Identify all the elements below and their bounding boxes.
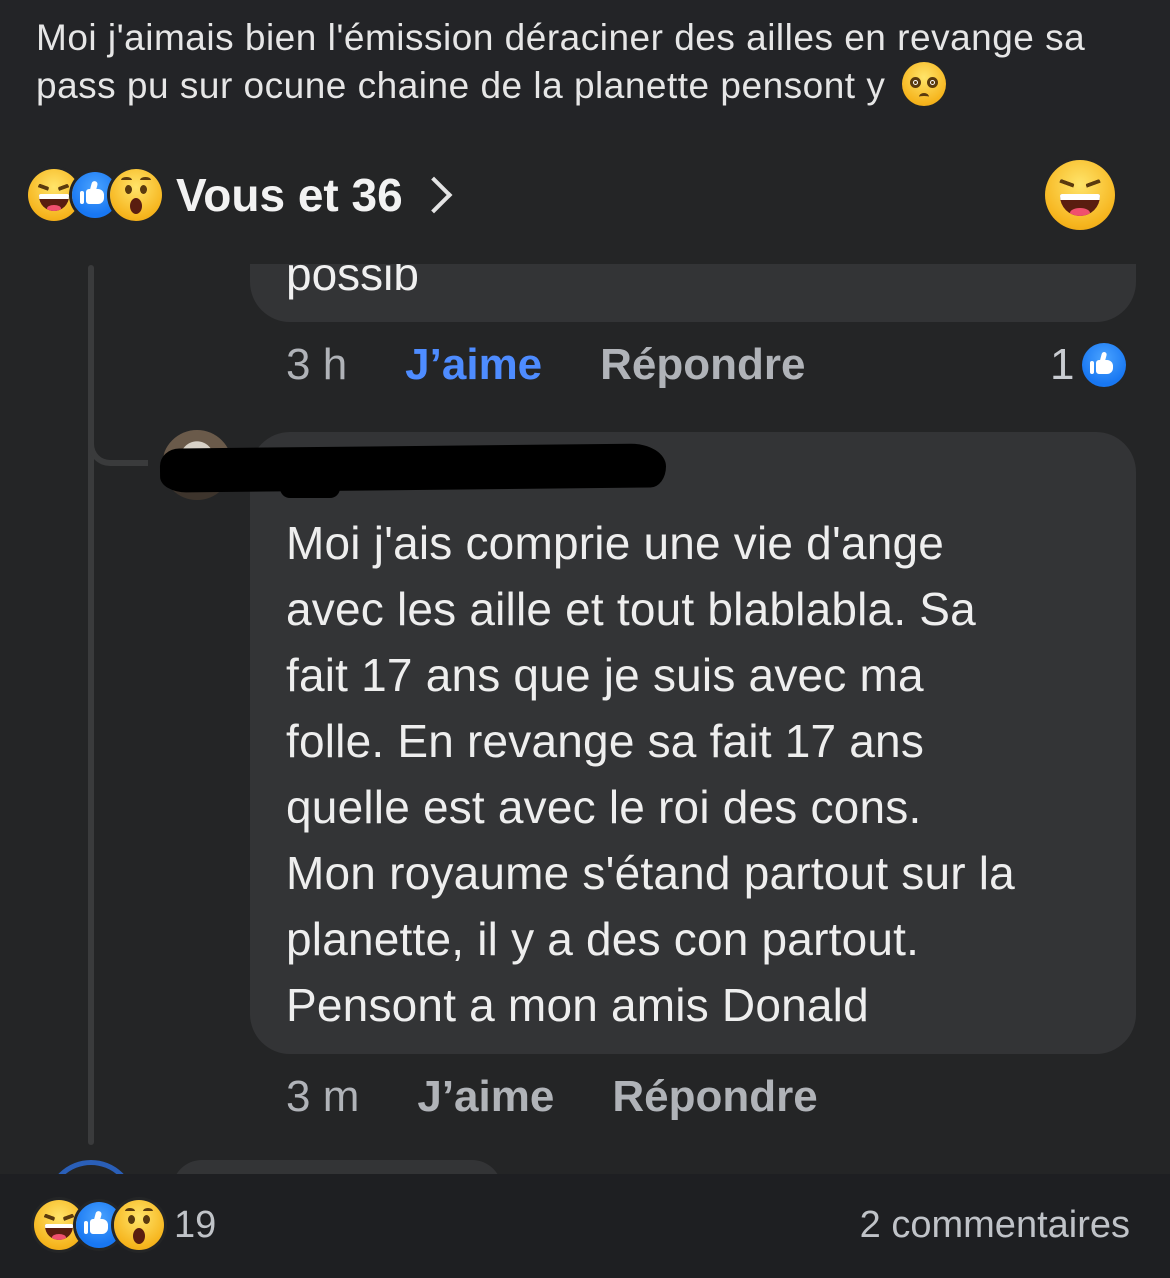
like-button[interactable]: J’aime — [417, 1072, 554, 1122]
chevron-right-icon — [415, 176, 453, 214]
post-caption: Moi j'aimais bien l'émission déraciner d… — [36, 14, 1136, 110]
reaction-icons — [34, 1200, 164, 1250]
reaction-count: 19 — [174, 1203, 217, 1246]
comment-time: 3 m — [286, 1072, 360, 1121]
comments-count-link[interactable]: 2 commentaires — [860, 1204, 1130, 1247]
thread-connector — [88, 400, 148, 466]
reactions-summary-label: Vous et 36 — [176, 169, 403, 221]
like-button[interactable]: J’aime — [405, 340, 542, 390]
comment-actions: 3 h J’aime Répondre — [286, 340, 806, 390]
comment-text: Moi j'ais comprie une vie d'ange avec le… — [286, 510, 1116, 1038]
comment-line: folle. En revange sa fait 17 ans — [286, 715, 925, 767]
astonished-face-icon — [110, 169, 162, 221]
comment-line: fait 17 ans que je suis avec ma — [286, 649, 924, 701]
redaction-mark — [280, 478, 340, 498]
comment-line: Moi j'ais comprie une vie d'ange — [286, 517, 945, 569]
post-caption-area: Moi j'aimais bien l'émission déraciner d… — [0, 0, 1170, 130]
pleading-face-icon — [902, 62, 947, 106]
reply-button[interactable]: Répondre — [600, 340, 805, 390]
comment-line: quelle est avec le roi des cons. — [286, 781, 922, 833]
comment-line: Pensont a mon amis Donald — [286, 979, 869, 1031]
scroll-clip — [0, 230, 1170, 264]
post-reactions[interactable]: 19 — [34, 1200, 216, 1250]
reply-button[interactable]: Répondre — [612, 1072, 817, 1122]
comment-line: avec les aille et tout blablabla. Sa — [286, 583, 976, 635]
comment-actions: 3 m J’aime Répondre — [286, 1072, 818, 1122]
reaction-icons — [28, 169, 162, 221]
reactions-summary[interactable]: Vous et 36 — [28, 160, 453, 230]
comment-line: planette, il y a des con partout. — [286, 913, 920, 965]
selected-reaction-button[interactable] — [1045, 160, 1115, 235]
thread-line — [88, 265, 94, 1145]
comment-line: Mon royaume s'étand partout sur la — [286, 847, 1015, 899]
like-thumb-icon — [1082, 343, 1127, 387]
like-count-number: 1 — [1050, 340, 1075, 389]
comment-like-count[interactable]: 1 — [1050, 340, 1127, 390]
redacted-author-name — [159, 443, 667, 493]
laughing-face-icon — [1045, 160, 1115, 230]
astonished-face-icon — [114, 1200, 164, 1250]
comment-time: 3 h — [286, 340, 348, 389]
screenshot-root: Moi j'aimais bien l'émission déraciner d… — [0, 0, 1170, 1278]
